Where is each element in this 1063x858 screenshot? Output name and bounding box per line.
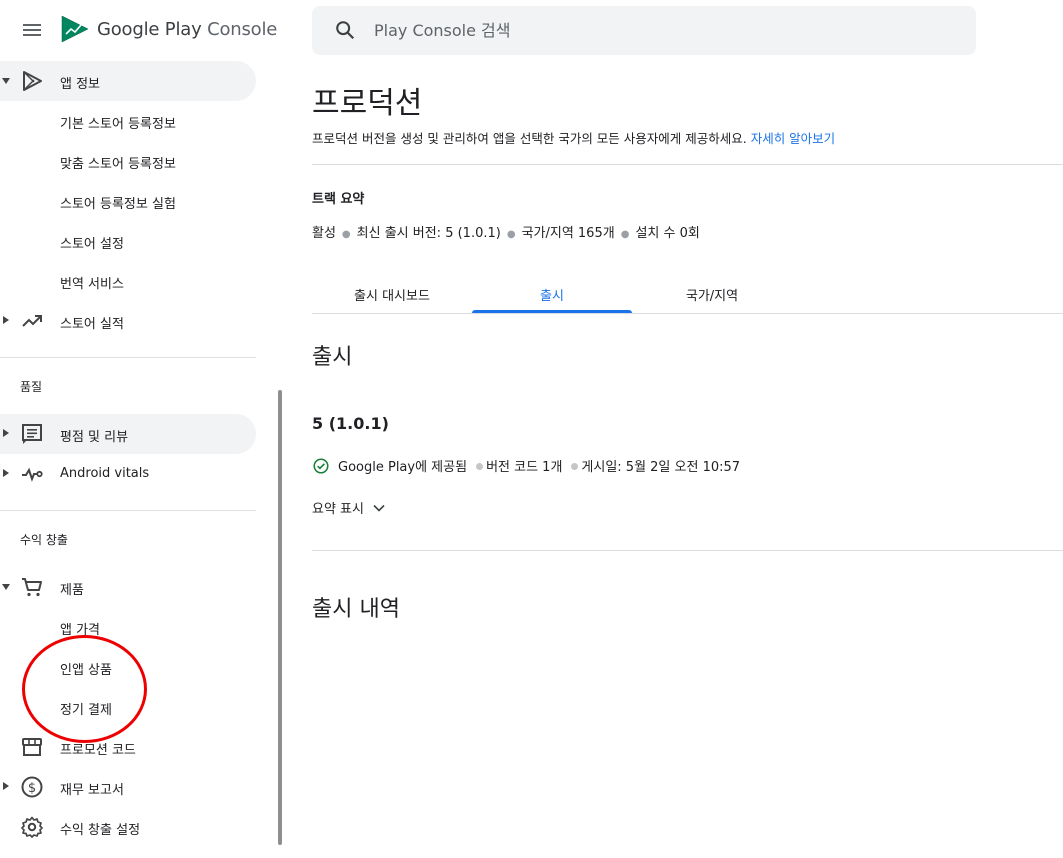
show-summary-button[interactable]: 요약 표시	[312, 498, 386, 517]
gear-icon	[21, 816, 43, 838]
releases-heading: 출시	[312, 345, 353, 370]
sidebar-subitem-store-settings[interactable]: 스토어 설정	[60, 233, 124, 252]
check-circle-icon	[313, 457, 329, 474]
tabs-divider	[312, 313, 1063, 314]
page-title: 프로덕션	[312, 86, 423, 121]
sidebar-subitem-in-app-products[interactable]: 인앱 상품	[60, 659, 112, 678]
release-history-heading: 출시 내역	[312, 597, 400, 622]
hamburger-menu-icon[interactable]	[20, 18, 44, 42]
sidebar-item-label: 앱 정보	[60, 77, 101, 92]
sidebar-item-label: 프로모션 코드	[60, 743, 136, 758]
sidebar-item-financial-reports[interactable]: $ 재무 보고서	[0, 767, 256, 807]
storefront-icon	[22, 738, 42, 756]
sidebar-divider	[0, 357, 256, 358]
sidebar-subitem-custom-store-listing[interactable]: 맞춤 스토어 등록정보	[60, 153, 176, 172]
track-summary: 활성 ● 최신 출시 버전: 5 (1.0.1) ● 국가/지역 165개 ● 설치 수 0…	[312, 226, 700, 241]
sidebar-item-label: 재무 보고서	[60, 783, 124, 798]
svg-text:$: $	[28, 781, 36, 796]
sidebar-item-ratings-reviews[interactable]: 평점 및 리뷰	[0, 414, 256, 454]
expand-arrow-icon[interactable]	[3, 429, 9, 437]
shopping-cart-icon	[22, 578, 42, 597]
tab-countries[interactable]: 국가/지역	[632, 273, 792, 313]
release-published-date: 게시일: 5월 2일 오전 10:57	[581, 460, 741, 475]
sidebar-subitem-main-store-listing[interactable]: 기본 스토어 등록정보	[60, 113, 176, 132]
trending-up-icon	[22, 315, 42, 327]
expand-arrow-icon[interactable]	[2, 78, 10, 84]
sidebar-subitem-app-pricing[interactable]: 앱 가격	[60, 619, 100, 638]
country-count: 국가/지역 165개	[521, 226, 615, 241]
play-triangle-icon	[23, 71, 42, 91]
review-icon	[22, 424, 42, 444]
sidebar-item-label: Android vitals	[60, 466, 150, 481]
sidebar-item-products[interactable]: 제품	[0, 567, 256, 607]
chevron-down-icon	[373, 504, 385, 512]
sidebar-item-promo-codes[interactable]: 프로모션 코드	[0, 727, 256, 767]
sidebar-item-android-vitals[interactable]: Android vitals	[0, 454, 256, 494]
sidebar-item-label: 수익 창출 설정	[60, 823, 141, 838]
track-summary-heading: 트랙 요약	[312, 192, 365, 207]
expand-arrow-icon[interactable]	[3, 316, 9, 324]
sidebar-header: Google Play Console	[0, 0, 285, 60]
tab-releases[interactable]: 출시	[472, 273, 632, 313]
tab-release-dashboard[interactable]: 출시 대시보드	[312, 273, 472, 313]
release-status: Google Play에 제공됨	[338, 460, 468, 475]
search-bar[interactable]	[312, 6, 976, 55]
brand-title: Google Play Console	[97, 19, 278, 40]
sidebar-item-store-performance[interactable]: 스토어 실적	[0, 301, 256, 341]
release-version: 5 (1.0.1)	[312, 414, 389, 433]
sidebar: Google Play Console 앱 정보 기본 스토어 등록정보 맞춤 …	[0, 0, 285, 858]
sidebar-item-label: 제품	[60, 583, 84, 598]
separator-dot	[476, 463, 484, 470]
sidebar-item-monetization-settings[interactable]: 수익 창출 설정	[0, 807, 256, 847]
latest-release: 최신 출시 버전: 5 (1.0.1)	[356, 226, 501, 241]
separator-dot	[571, 463, 579, 470]
divider	[312, 164, 1063, 165]
section-heading-monetize: 수익 창출	[20, 533, 68, 547]
release-version-codes: 버전 코드 1개	[486, 460, 563, 475]
track-status: 활성	[312, 226, 336, 241]
learn-more-link[interactable]: 자세히 알아보기	[751, 131, 835, 146]
sidebar-scrollbar[interactable]	[278, 390, 282, 845]
sidebar-subitem-store-listing-experiments[interactable]: 스토어 등록정보 실험	[60, 193, 176, 212]
page-description: 프로덕션 버전을 생성 및 관리하여 앱을 선택한 국가의 모든 사용자에게 제…	[312, 131, 836, 146]
sidebar-item-app-info[interactable]: 앱 정보	[0, 61, 256, 101]
search-input[interactable]	[374, 18, 934, 42]
sidebar-subitem-translation-service[interactable]: 번역 서비스	[60, 273, 124, 292]
dollar-circle-icon: $	[21, 776, 43, 798]
sidebar-item-label: 스토어 실적	[60, 317, 124, 332]
expand-arrow-icon[interactable]	[3, 469, 9, 477]
sidebar-subitem-subscriptions[interactable]: 정기 결제	[60, 699, 112, 718]
section-heading-quality: 품질	[20, 380, 43, 394]
install-count: 설치 수 0회	[635, 226, 700, 241]
play-console-logo-icon[interactable]	[60, 14, 90, 44]
expand-arrow-icon[interactable]	[2, 584, 10, 590]
search-icon[interactable]	[334, 19, 356, 41]
sidebar-item-label: 평점 및 리뷰	[60, 430, 129, 445]
sidebar-divider	[0, 510, 256, 511]
divider	[312, 550, 1063, 551]
vitals-pulse-icon	[22, 467, 43, 482]
expand-arrow-icon[interactable]	[3, 782, 9, 790]
release-meta: Google Play에 제공됨 버전 코드 1개 게시일: 5월 2일 오전 …	[312, 456, 740, 475]
